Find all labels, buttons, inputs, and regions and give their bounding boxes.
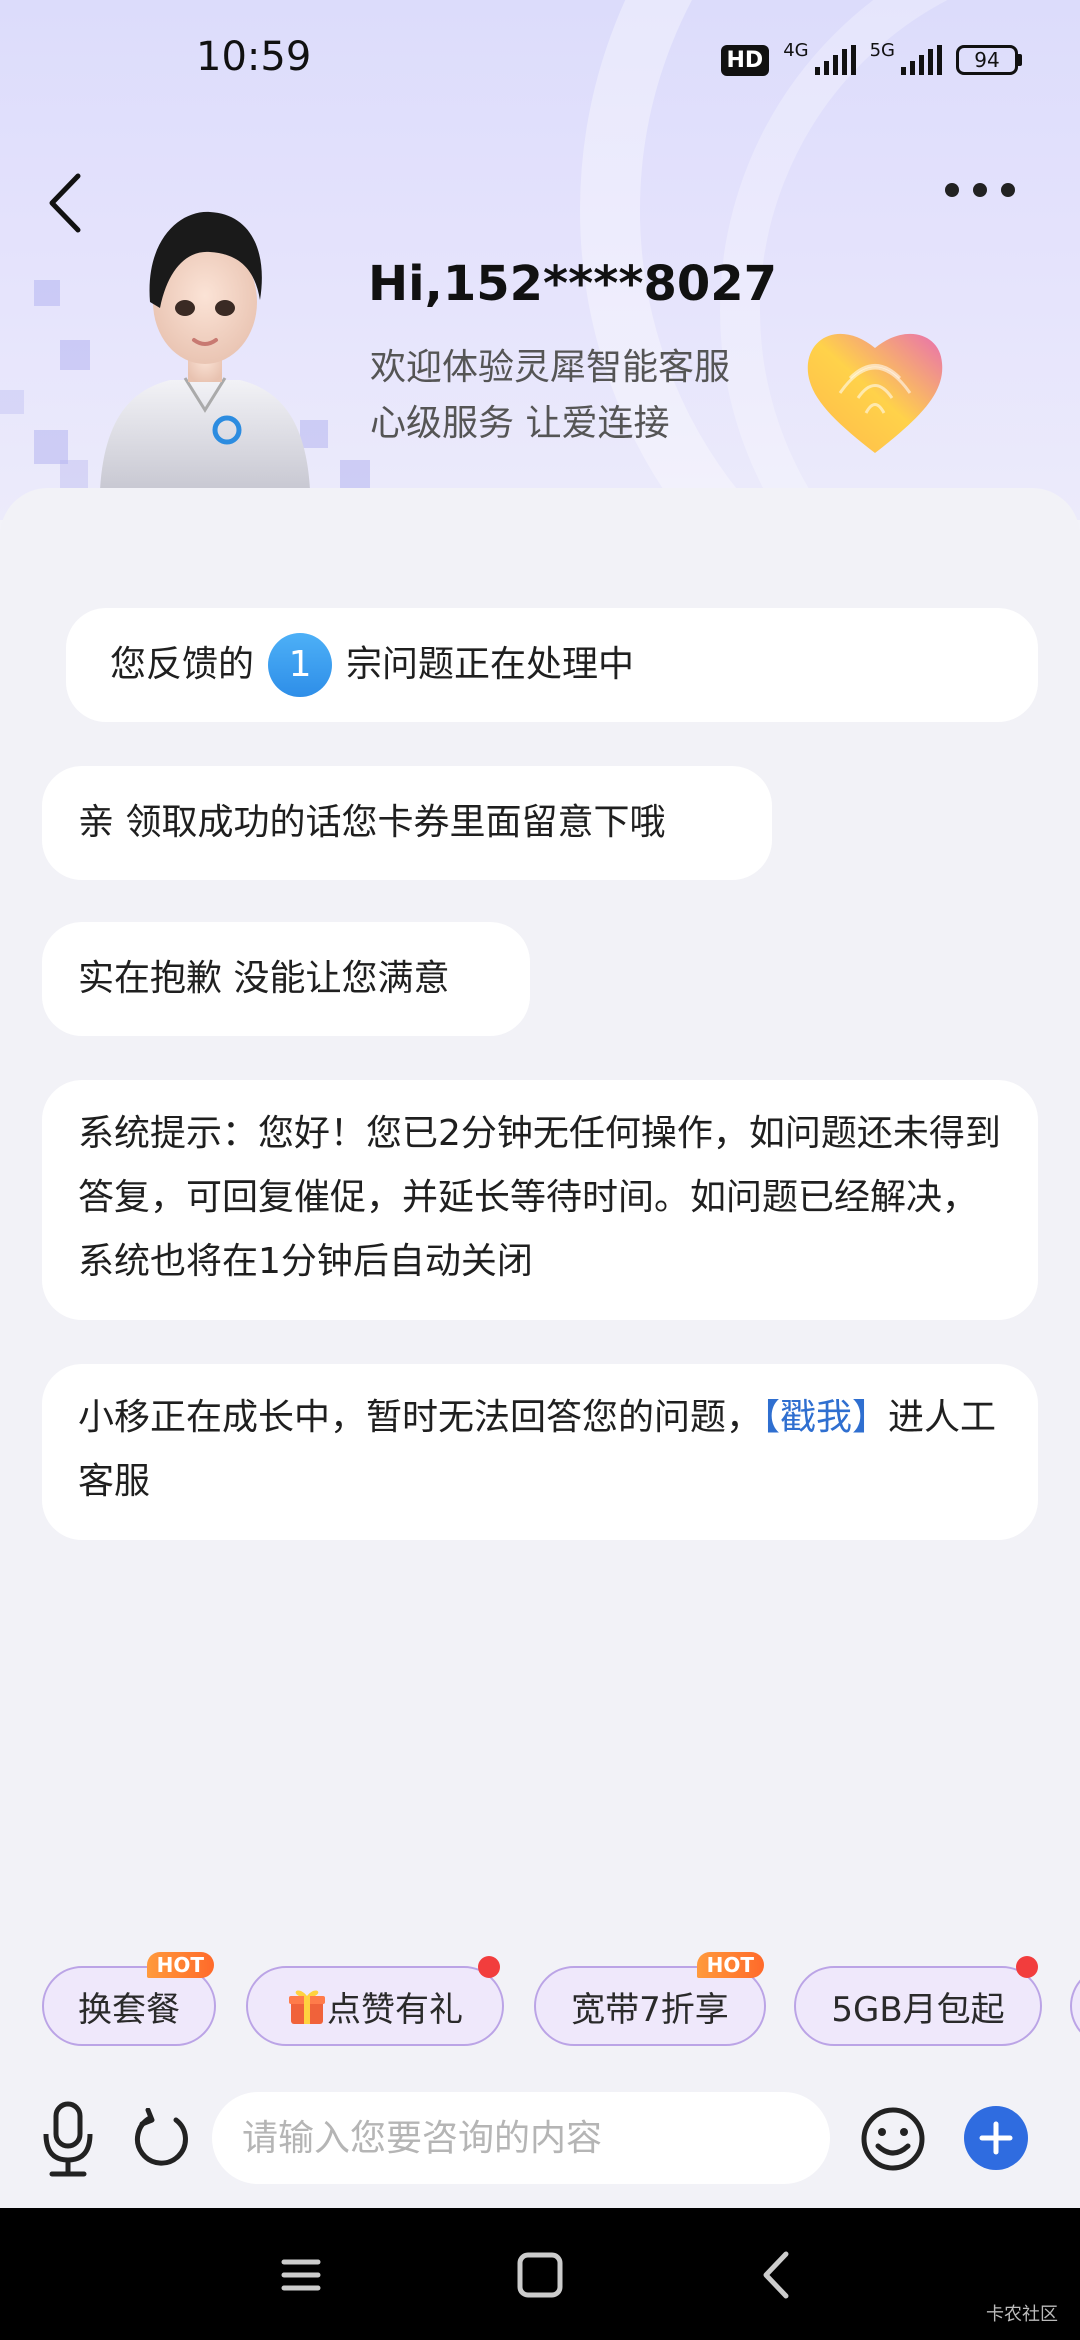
dot-icon <box>1001 183 1015 197</box>
chip-label: 5GB月包起 <box>831 1989 1005 2030</box>
chip-like-gift[interactable]: 点赞有礼 <box>246 1956 504 2046</box>
welcome-line-2: 心级服务 让爱连接 <box>370 403 670 444</box>
welcome-text: 欢迎体验灵犀智能客服 心级服务 让爱连接 <box>370 340 730 452</box>
chip-label: 换套餐 <box>78 1989 180 2030</box>
back-nav-icon[interactable] <box>742 2240 812 2310</box>
notification-dot <box>478 1956 500 1978</box>
notification-dot <box>1016 1956 1038 1978</box>
system-nav-bar <box>0 2208 1080 2340</box>
status-time: 10:59 <box>196 34 312 80</box>
watermark: 卡农社区 <box>986 2304 1058 2325</box>
battery-icon: 94 <box>956 45 1022 75</box>
feedback-status-banner[interactable]: 您反馈的 1 宗问题正在处理中 <box>66 608 1038 722</box>
chip-broadband-discount[interactable]: 宽带7折享 HOT <box>534 1952 766 2046</box>
feedback-suffix: 宗问题正在处理中 <box>346 644 635 685</box>
dot-icon <box>945 183 959 197</box>
emoji-icon[interactable] <box>860 2106 926 2172</box>
battery-level: 94 <box>956 45 1018 75</box>
add-button[interactable] <box>964 2106 1028 2170</box>
feedback-count-badge: 1 <box>268 633 333 697</box>
feedback-prefix: 您反馈的 <box>110 644 255 685</box>
status-bar: 10:59 HD 4G 5G 94 <box>0 0 1080 120</box>
bot-reply-text: 小移正在成长中，暂时无法回答您的问题， <box>78 1397 763 1438</box>
signal-4g-icon <box>814 45 856 75</box>
chat-message: 实在抱歉 没能让您满意 <box>42 922 530 1036</box>
user-greeting: Hi,152****8027 <box>368 256 778 312</box>
chip-change-plan[interactable]: 换套餐 HOT <box>42 1952 216 2046</box>
chip-partial[interactable] <box>1070 1966 1080 2046</box>
signal-5g-icon <box>901 45 942 75</box>
message-input[interactable] <box>212 2092 830 2184</box>
hot-badge: HOT <box>146 1952 214 1978</box>
microphone-icon[interactable] <box>40 2100 96 2178</box>
system-prompt-message: 系统提示：您好！您已2分钟无任何操作，如问题还未得到答复，可回复催促，并延长等待… <box>42 1080 1038 1320</box>
chip-5gb-package[interactable]: 5GB月包起 <box>794 1956 1042 2046</box>
welcome-line-1: 欢迎体验灵犀智能客服 <box>370 347 731 388</box>
plus-icon <box>979 2121 1013 2155</box>
status-icons: HD 4G 5G 94 <box>720 40 1022 80</box>
hd-badge: HD <box>720 44 770 76</box>
hot-badge: HOT <box>696 1952 764 1978</box>
more-options-button[interactable] <box>940 170 1020 210</box>
chip-label: 宽带7折享 <box>571 1989 729 2030</box>
menu-icon[interactable] <box>266 2240 336 2310</box>
dot-icon <box>973 183 987 197</box>
network-4g-label: 4G <box>783 40 809 61</box>
quick-chips-row: 换套餐 HOT 点赞有礼 宽带7折享 HOT 5GB月包起 <box>42 1950 1080 2050</box>
chat-message: 亲 领取成功的话您卡券里面留意下哦 <box>42 766 772 880</box>
fingerprint-heart-icon <box>807 333 943 453</box>
back-arrow-icon[interactable] <box>40 168 90 238</box>
chip-label: 点赞有礼 <box>327 1989 463 2030</box>
bot-reply-message: 小移正在成长中，暂时无法回答您的问题，【戳我】进人工客服 <box>42 1364 1038 1540</box>
refresh-icon[interactable] <box>132 2108 192 2170</box>
assistant-avatar <box>100 211 310 490</box>
network-5g-label: 5G <box>869 40 895 61</box>
gift-icon <box>289 1990 325 2024</box>
human-agent-link[interactable]: 【戳我】 <box>762 1397 888 1438</box>
home-icon[interactable] <box>505 2240 575 2310</box>
